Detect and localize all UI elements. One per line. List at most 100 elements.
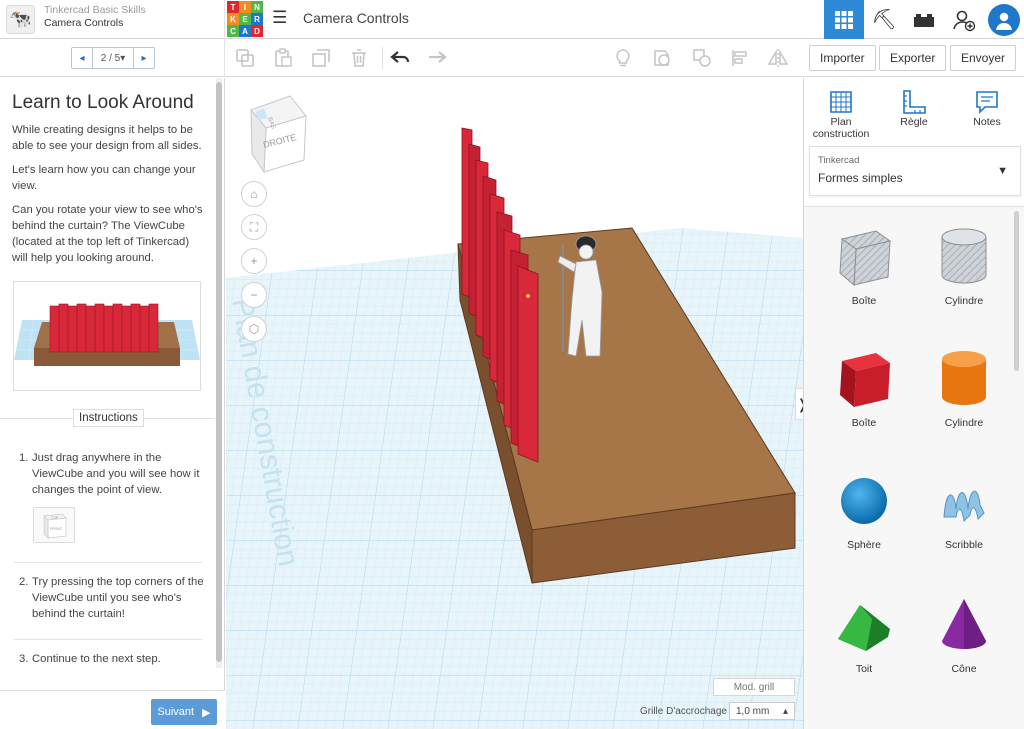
undo-icon[interactable] (388, 47, 412, 69)
shape-box[interactable]: Boîte (819, 347, 909, 429)
box-icon (840, 353, 890, 407)
cone-icon (942, 599, 986, 649)
lesson-panel: Learn to Look Around While creating desi… (0, 78, 225, 729)
step-text: Continue to the next step. (32, 653, 161, 665)
notes-tool[interactable]: Notes (952, 88, 1022, 128)
send-button[interactable]: Envoyer (950, 45, 1017, 71)
shape-source-label: Tinkercad (818, 155, 860, 166)
pager-select[interactable]: 2 / 5▾ (92, 48, 134, 68)
logo-letter: C (227, 25, 239, 37)
shape-category-label: Formes simples (818, 171, 903, 185)
add-user-icon[interactable] (944, 0, 984, 39)
lesson-scrollbar[interactable] (216, 78, 222, 668)
shape-roof[interactable]: Toit (819, 593, 909, 675)
pager-next-button[interactable]: ▸ (134, 48, 154, 68)
shapes-grid: Boîte Cylindre Boîte Cylindre Sphère Scr… (804, 206, 1024, 729)
design-list-icon[interactable]: ☰ (272, 9, 292, 27)
curtain-preview-image (13, 281, 201, 391)
bricks-icon[interactable] (904, 0, 944, 39)
step-number: 1. (19, 452, 29, 464)
step-number: 2. (19, 576, 29, 588)
home-view-icon[interactable]: ⌂ (241, 181, 267, 207)
redo-icon[interactable] (425, 47, 449, 69)
mirror-icon[interactable] (766, 47, 790, 69)
viewcube[interactable]: DROITE BAS (250, 95, 307, 174)
lesson-paragraph-3: Can you rotate your view to see who's be… (12, 204, 203, 264)
ungroup-icon[interactable] (690, 47, 714, 69)
snap-grid-select[interactable]: 1,0 mm ▴ (729, 702, 795, 720)
pickaxe-icon[interactable]: ⛏ (864, 0, 904, 39)
instruction-step-2: 2. Try pressing the top corners of the V… (19, 574, 204, 622)
tinkercad-logo[interactable]: TINKERCAD (227, 1, 263, 37)
logo-letter: R (251, 13, 263, 25)
step-text: Just drag anywhere in the ViewCube and y… (32, 452, 200, 496)
mini-viewcube-image: TOP FRONT (33, 507, 75, 543)
logo-letter: K (227, 13, 239, 25)
shape-label: Toit (855, 663, 873, 675)
shape-cone[interactable]: Cône (919, 593, 1009, 675)
logo-letter: T (227, 1, 239, 13)
step-text: Try pressing the top corners of the View… (32, 576, 204, 620)
perspective-icon[interactable]: ⬡ (241, 316, 267, 342)
svg-text:TOP: TOP (51, 516, 59, 520)
shape-cylinder-hole[interactable]: Cylindre (919, 225, 1009, 307)
ruler-tool-label: Règle (900, 116, 928, 128)
delete-icon[interactable] (347, 47, 371, 69)
shape-scribble[interactable]: Scribble (919, 469, 1009, 551)
svg-text:FRONT: FRONT (50, 527, 63, 531)
cylinder-hole-icon (941, 228, 987, 284)
shape-category-select[interactable]: Tinkercad Formes simples ▼ (809, 146, 1021, 196)
tinkercad-app: 🐄 Tinkercad Basic Skills Camera Controls… (0, 0, 1024, 729)
zoom-in-icon[interactable]: + (241, 248, 267, 274)
box-hole-icon (839, 230, 892, 287)
toolbar-divider (382, 47, 383, 69)
logo-letter: I (239, 1, 251, 13)
lightbulb-icon[interactable] (611, 47, 635, 69)
user-profile-icon[interactable] (984, 0, 1024, 39)
cylinder-icon (942, 351, 986, 405)
ruler-tool[interactable]: Règle (879, 88, 949, 128)
paste-icon[interactable] (271, 47, 295, 69)
chevron-right-icon: ▶ (202, 706, 211, 719)
shape-sphere[interactable]: Sphère (819, 469, 909, 551)
dropdown-caret-icon: ▼ (997, 165, 1008, 177)
grid-plane-icon (806, 88, 876, 116)
snap-grid-value: 1,0 mm (736, 705, 770, 717)
workplane-tool-label: Plan construction (812, 116, 870, 140)
shapes-scrollbar[interactable] (1014, 211, 1019, 371)
design-title[interactable]: Camera Controls (303, 10, 409, 26)
step-divider (14, 639, 202, 640)
export-button[interactable]: Exporter (879, 45, 947, 71)
workplane-tool[interactable]: Plan construction (806, 88, 876, 140)
snap-grid-label: Grille D'accrochage (640, 706, 727, 717)
shape-cylinder[interactable]: Cylindre (919, 347, 1009, 429)
lesson-footer: Suivant ▶ (0, 690, 225, 729)
instruction-step-1: 1. Just drag anywhere in the ViewCube an… (19, 450, 204, 498)
sphere-icon (841, 478, 887, 524)
group-icon[interactable] (650, 47, 674, 69)
lesson-title: Camera Controls (44, 17, 124, 29)
duplicate-icon[interactable] (309, 47, 333, 69)
ruler-icon (879, 88, 949, 116)
align-icon[interactable] (728, 47, 752, 69)
zoom-out-icon[interactable]: − (241, 282, 267, 308)
edit-grid-button[interactable]: Mod. grill (713, 678, 795, 696)
workplane-viewport[interactable]: Plan de construction DROITE BAS (226, 78, 803, 729)
next-step-button[interactable]: Suivant ▶ (151, 699, 217, 725)
pager-prev-button[interactable]: ◂ (72, 48, 92, 68)
course-avatar-icon[interactable]: 🐄 (6, 5, 35, 34)
3d-design-view-icon[interactable] (824, 0, 864, 39)
top-bar: 🐄 Tinkercad Basic Skills Camera Controls… (0, 0, 1024, 39)
notes-tool-label: Notes (973, 116, 1001, 128)
copy-icon[interactable] (233, 47, 257, 69)
logo-letter: N (251, 1, 263, 13)
shape-box-hole[interactable]: Boîte (819, 225, 909, 307)
lesson-paragraph-1: While creating designs it helps to be ab… (12, 124, 202, 152)
import-button[interactable]: Importer (809, 45, 876, 71)
instruction-step-3: 3. Continue to the next step. (19, 651, 204, 667)
lesson-pager-area: ◂ 2 / 5▾ ▸ (0, 39, 225, 77)
note-icon (952, 88, 1022, 116)
edit-toolbar: ◂ 2 / 5▾ ▸ Importer Exporter Envoyer (0, 39, 1024, 77)
lesson-header: 🐄 Tinkercad Basic Skills Camera Controls (0, 0, 225, 39)
fit-view-icon[interactable]: ⛶ (241, 214, 267, 240)
